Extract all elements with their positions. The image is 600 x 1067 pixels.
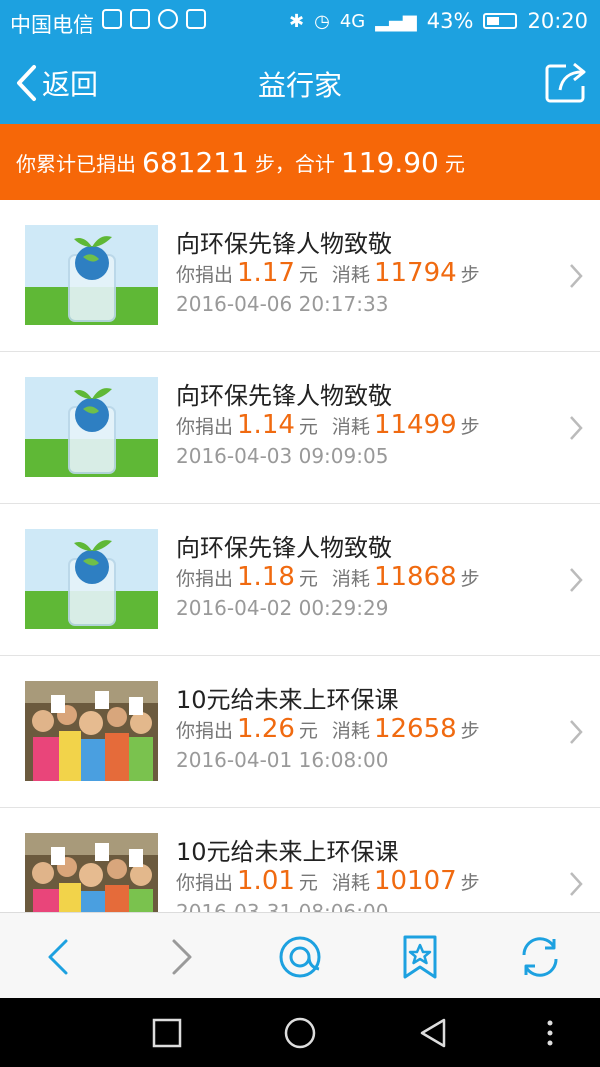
notification-icon [158, 9, 178, 29]
summary-steps-unit: 步，合计 [254, 151, 335, 176]
earth-in-glass-thumbnail [25, 529, 158, 629]
donate-label: 你捐出 [176, 264, 234, 286]
donation-row[interactable]: 向环保先锋人物致敬 你捐出 1.14 元 消耗 11499 步 2016-04-… [0, 352, 600, 504]
notification-icon [102, 9, 122, 29]
donation-stats: 你捐出 1.26 元 消耗 12658 步 [176, 714, 480, 744]
notification-icons [102, 9, 206, 29]
title-bar: 返回 益行家 [0, 42, 600, 124]
menu-icon[interactable] [533, 1016, 567, 1050]
donation-steps: 12658 [373, 714, 457, 744]
children-group-thumbnail [25, 833, 158, 912]
status-bar: 中国电信 ✱ ◷ 4G ▂▄▆ 43% 20:20 [0, 0, 600, 42]
donate-label: 你捐出 [176, 872, 234, 894]
chat-icon[interactable] [276, 933, 324, 981]
donation-stats: 你捐出 1.01 元 消耗 10107 步 [176, 866, 480, 896]
donation-date: 2016-04-01 16:08:00 [176, 748, 389, 772]
gallery-notification-icon [130, 9, 150, 29]
battery-icon [483, 13, 518, 29]
donate-label: 你捐出 [176, 416, 234, 438]
back-triangle-icon[interactable] [416, 1016, 450, 1050]
notification-icon [186, 9, 206, 29]
network-type-label: 4G [339, 10, 366, 32]
donation-title: 向环保先锋人物致敬 [176, 382, 392, 410]
summary-prefix: 你累计已捐出 [16, 151, 136, 176]
steps-unit: 步 [460, 264, 480, 286]
donation-amount: 1.17 [237, 258, 295, 288]
steps-unit: 步 [460, 720, 480, 742]
donation-amount: 1.14 [237, 410, 295, 440]
system-nav-bar [0, 998, 600, 1067]
clock: 20:20 [527, 9, 588, 33]
children-group-thumbnail [25, 681, 158, 781]
summary-steps: 681211 [142, 145, 249, 179]
donation-title: 10元给未来上环保课 [176, 838, 399, 866]
status-right: ✱ ◷ 4G ▂▄▆ 43% 20:20 [289, 9, 588, 33]
donation-date: 2016-04-02 00:29:29 [176, 596, 389, 620]
amount-unit: 元 [298, 720, 318, 742]
amount-unit: 元 [298, 416, 318, 438]
donation-date: 2016-04-03 09:09:05 [176, 444, 389, 468]
steps-unit: 步 [460, 416, 480, 438]
donation-row[interactable]: 向环保先锋人物致敬 你捐出 1.18 元 消耗 11868 步 2016-04-… [0, 504, 600, 656]
consume-label: 消耗 [331, 264, 370, 286]
donation-title: 10元给未来上环保课 [176, 686, 399, 714]
back-icon[interactable] [36, 933, 84, 981]
bookmark-icon[interactable] [396, 933, 444, 981]
consume-label: 消耗 [331, 416, 370, 438]
donation-amount: 1.18 [237, 562, 295, 592]
donation-summary: 你累计已捐出 681211 步，合计 119.90 元 [0, 124, 600, 200]
home-icon[interactable] [283, 1016, 317, 1050]
donation-stats: 你捐出 1.17 元 消耗 11794 步 [176, 258, 480, 288]
recent-apps-icon[interactable] [150, 1016, 184, 1050]
chevron-right-icon [570, 568, 583, 592]
chevron-right-icon [570, 264, 583, 288]
donation-date: 2016-03-31 08:06:00 [176, 900, 389, 912]
summary-amount: 119.90 [340, 145, 439, 179]
steps-unit: 步 [460, 568, 480, 590]
forward-icon[interactable] [156, 933, 204, 981]
summary-amount-unit: 元 [444, 151, 465, 176]
bluetooth-icon: ✱ [289, 10, 305, 32]
donation-title: 向环保先锋人物致敬 [176, 534, 392, 562]
signal-icon: ▂▄▆ [375, 10, 417, 32]
donation-title: 向环保先锋人物致敬 [176, 230, 392, 258]
battery-percent: 43% [426, 9, 474, 33]
amount-unit: 元 [298, 568, 318, 590]
donation-amount: 1.26 [237, 714, 295, 744]
chevron-right-icon [570, 720, 583, 744]
alarm-icon: ◷ [314, 10, 330, 32]
share-icon[interactable] [544, 60, 588, 104]
consume-label: 消耗 [331, 568, 370, 590]
chevron-right-icon [570, 872, 583, 896]
earth-in-glass-thumbnail [25, 225, 158, 325]
donation-stats: 你捐出 1.18 元 消耗 11868 步 [176, 562, 480, 592]
steps-unit: 步 [460, 872, 480, 894]
donation-steps: 11499 [373, 410, 457, 440]
donation-amount: 1.01 [237, 866, 295, 896]
page-title: 益行家 [257, 69, 342, 102]
donate-label: 你捐出 [176, 568, 234, 590]
consume-label: 消耗 [331, 872, 370, 894]
carrier-label: 中国电信 [10, 13, 94, 37]
consume-label: 消耗 [331, 720, 370, 742]
donation-row[interactable]: 向环保先锋人物致敬 你捐出 1.17 元 消耗 11794 步 2016-04-… [0, 200, 600, 352]
donation-steps: 11868 [373, 562, 457, 592]
refresh-icon[interactable] [516, 933, 564, 981]
donate-label: 你捐出 [176, 720, 234, 742]
donation-row[interactable]: 10元给未来上环保课 你捐出 1.26 元 消耗 12658 步 2016-04… [0, 656, 600, 808]
donation-list[interactable]: 向环保先锋人物致敬 你捐出 1.17 元 消耗 11794 步 2016-04-… [0, 200, 600, 912]
amount-unit: 元 [298, 872, 318, 894]
donation-stats: 你捐出 1.14 元 消耗 11499 步 [176, 410, 480, 440]
donation-steps: 10107 [373, 866, 457, 896]
donation-steps: 11794 [373, 258, 457, 288]
chevron-right-icon [570, 416, 583, 440]
earth-in-glass-thumbnail [25, 377, 158, 477]
browser-toolbar [0, 912, 600, 998]
donation-row[interactable]: 10元给未来上环保课 你捐出 1.01 元 消耗 10107 步 2016-03… [0, 808, 600, 912]
donation-date: 2016-04-06 20:17:33 [176, 292, 389, 316]
amount-unit: 元 [298, 264, 318, 286]
